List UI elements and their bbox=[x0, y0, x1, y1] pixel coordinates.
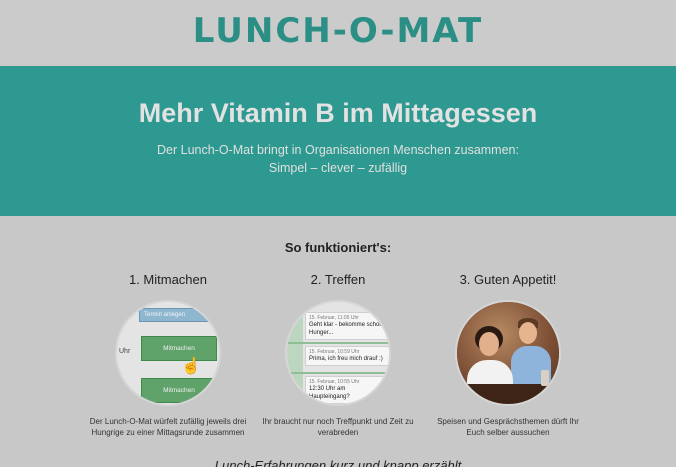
step-title: 2. Treffen bbox=[310, 272, 366, 287]
step-guten-appetit: 3. Guten Appetit! Speisen und Gesprächst… bbox=[428, 272, 588, 438]
mock-date-bar: Termin anlegen bbox=[139, 308, 215, 322]
mock-join-button: Mitmachen bbox=[141, 378, 217, 403]
step-mitmachen: 1. Mitmachen Termin anlegen Uhr Mitmache… bbox=[88, 272, 248, 438]
steps-section: 1. Mitmachen Termin anlegen Uhr Mitmache… bbox=[0, 272, 676, 438]
photo-person-head bbox=[519, 322, 537, 344]
step-description: Speisen und Gesprächsthemen dürft Ihr Eu… bbox=[437, 417, 579, 437]
hero-title: Mehr Vitamin B im Mittagessen bbox=[138, 98, 538, 128]
chat-message-text: 12:30 Uhr am Haupteingang? bbox=[309, 386, 350, 400]
hero-subtitle-line1: Der Lunch-O-Mat bringt in Organisationen… bbox=[157, 143, 519, 157]
chat-message: 15. Februar, 10:59 Uhr Prima, ich freu m… bbox=[305, 346, 389, 366]
step-description: Ihr braucht nur noch Treffpunkt und Zeit… bbox=[262, 417, 414, 437]
step-description: Der Lunch-O-Mat würfelt zufällig jeweils… bbox=[89, 417, 247, 437]
hero-subtitle-line2: Simpel – clever – zufällig bbox=[268, 161, 408, 175]
logo[interactable]: LUNCH-O-MAT bbox=[193, 11, 483, 51]
step-illustration-signup: Termin anlegen Uhr Mitmachen ☝ Mitmachen bbox=[115, 300, 221, 406]
mock-join-button: Mitmachen bbox=[141, 336, 217, 361]
how-it-works-heading: So funktioniert's: bbox=[284, 240, 392, 255]
photo-glass bbox=[541, 370, 549, 386]
chat-message-text: Geht klar - bekomme schon Hunger... bbox=[309, 322, 383, 336]
chat-message-text: Prima, ich freu mich drauf :) bbox=[309, 356, 383, 362]
step-title: 3. Guten Appetit! bbox=[459, 272, 557, 287]
testimonials-heading: Lunch-Erfahrungen kurz und knapp erzählt bbox=[214, 458, 462, 467]
chat-sidebar-strip bbox=[287, 302, 303, 404]
header: LUNCH-O-MAT bbox=[0, 0, 676, 66]
step-treffen: 2. Treffen 15. Februar, 11:05 Uhr Geht k… bbox=[258, 272, 418, 438]
hero-subtitle: Der Lunch-O-Mat bringt in Organisationen… bbox=[0, 141, 676, 177]
chat-message: 15. Februar, 10:55 Uhr 12:30 Uhr am Haup… bbox=[305, 376, 389, 404]
hand-cursor-icon: ☝ bbox=[181, 358, 201, 375]
divider bbox=[287, 342, 389, 344]
mock-time-label: Uhr bbox=[119, 348, 131, 355]
step-title: 1. Mitmachen bbox=[128, 272, 208, 287]
chat-message: 15. Februar, 11:05 Uhr Geht klar - bekom… bbox=[305, 312, 389, 340]
photo-person-head bbox=[479, 332, 499, 356]
divider bbox=[287, 372, 389, 374]
hero-banner: Mehr Vitamin B im Mittagessen Der Lunch-… bbox=[0, 66, 676, 216]
step-illustration-chat: 15. Februar, 11:05 Uhr Geht klar - bekom… bbox=[285, 300, 391, 406]
step-photo-lunch bbox=[455, 300, 561, 406]
photo-table bbox=[457, 384, 559, 404]
